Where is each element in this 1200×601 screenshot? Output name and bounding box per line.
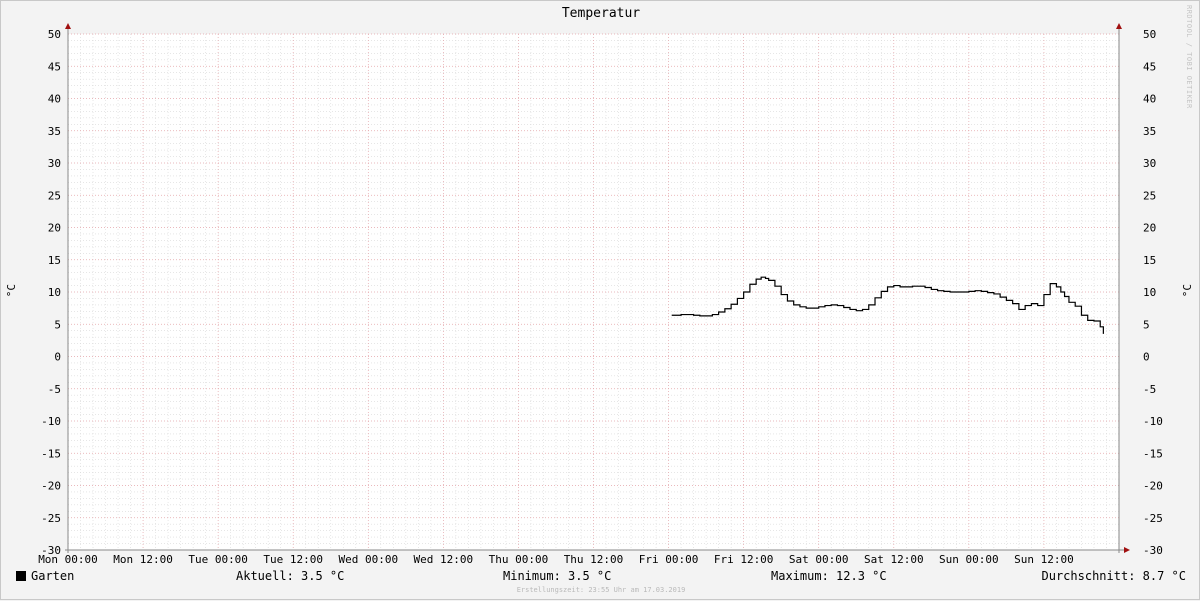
y-tick-label-right: -20	[1143, 480, 1163, 493]
x-tick-label: Sun 00:00	[939, 553, 999, 566]
y-tick-label-right: 20	[1143, 222, 1156, 235]
y-tick-label-left: 10	[48, 286, 61, 299]
legend-series-name: Garten	[31, 569, 74, 583]
y-tick-label-left: 25	[48, 189, 61, 202]
y-tick-label-left: 50	[48, 28, 61, 41]
y-tick-label-left: -25	[41, 512, 61, 525]
y-tick-label-left: 35	[48, 125, 61, 138]
x-axis-arrow	[1124, 547, 1130, 553]
legend-item-garten: Garten	[16, 569, 74, 583]
y-tick-label-left: -15	[41, 447, 61, 460]
y-tick-label-right: -30	[1143, 544, 1163, 557]
y-tick-label-right: 45	[1143, 60, 1156, 73]
creation-time: Erstellungszeit: 23:55 Uhr am 17.03.2019	[1, 586, 1200, 594]
x-tick-label: Mon 00:00	[38, 553, 98, 566]
y-tick-label-left: 0	[54, 351, 61, 364]
y-tick-label-right: -10	[1143, 415, 1163, 428]
legend-durchschnitt: Durchschnitt: 8.7 °C	[1042, 569, 1187, 583]
y-tick-label-left: -20	[41, 480, 61, 493]
y-tick-label-left: 40	[48, 93, 61, 106]
y-tick-label-right: 30	[1143, 157, 1156, 170]
y-tick-label-right: -5	[1143, 383, 1156, 396]
x-tick-label: Wed 12:00	[414, 553, 474, 566]
chart-plot: 5050454540403535303025252020151510105500…	[1, 1, 1200, 601]
x-tick-label: Fri 00:00	[639, 553, 699, 566]
legend-aktuell: Aktuell: 3.5 °C	[236, 569, 344, 583]
x-tick-label: Fri 12:00	[714, 553, 774, 566]
y-tick-label-left: 5	[54, 318, 61, 331]
legend: Garten Aktuell: 3.5 °C Minimum: 3.5 °C M…	[1, 569, 1200, 585]
y-tick-label-right: 40	[1143, 93, 1156, 106]
y-tick-label-right: 5	[1143, 318, 1150, 331]
y-tick-label-left: -5	[48, 383, 61, 396]
y-tick-label-left: 45	[48, 60, 61, 73]
legend-maximum: Maximum: 12.3 °C	[771, 569, 887, 583]
y-tick-label-left: 30	[48, 157, 61, 170]
y-tick-label-right: 25	[1143, 189, 1156, 202]
y-axis-arrow-left	[65, 23, 71, 29]
y-tick-label-right: 15	[1143, 254, 1156, 267]
x-tick-label: Tue 12:00	[263, 553, 323, 566]
y-tick-label-right: -25	[1143, 512, 1163, 525]
y-tick-label-left: -10	[41, 415, 61, 428]
y-tick-label-left: 20	[48, 222, 61, 235]
y-tick-label-right: 50	[1143, 28, 1156, 41]
x-tick-label: Thu 00:00	[489, 553, 549, 566]
y-tick-label-right: 0	[1143, 351, 1150, 364]
y-tick-label-right: 10	[1143, 286, 1156, 299]
x-tick-label: Mon 12:00	[113, 553, 173, 566]
chart-frame: Temperatur RRDTOOL / TOBI OETIKER °C °C …	[0, 0, 1200, 600]
x-tick-label: Thu 12:00	[564, 553, 624, 566]
x-tick-label: Wed 00:00	[338, 553, 398, 566]
x-tick-label: Sat 12:00	[864, 553, 924, 566]
x-tick-label: Sun 12:00	[1014, 553, 1074, 566]
legend-swatch	[16, 571, 26, 581]
legend-minimum: Minimum: 3.5 °C	[503, 569, 611, 583]
y-axis-arrow-right	[1116, 23, 1122, 29]
y-tick-label-right: -15	[1143, 447, 1163, 460]
x-tick-label: Sat 00:00	[789, 553, 849, 566]
y-tick-label-right: 35	[1143, 125, 1156, 138]
y-tick-label-left: 15	[48, 254, 61, 267]
x-tick-label: Tue 00:00	[188, 553, 248, 566]
